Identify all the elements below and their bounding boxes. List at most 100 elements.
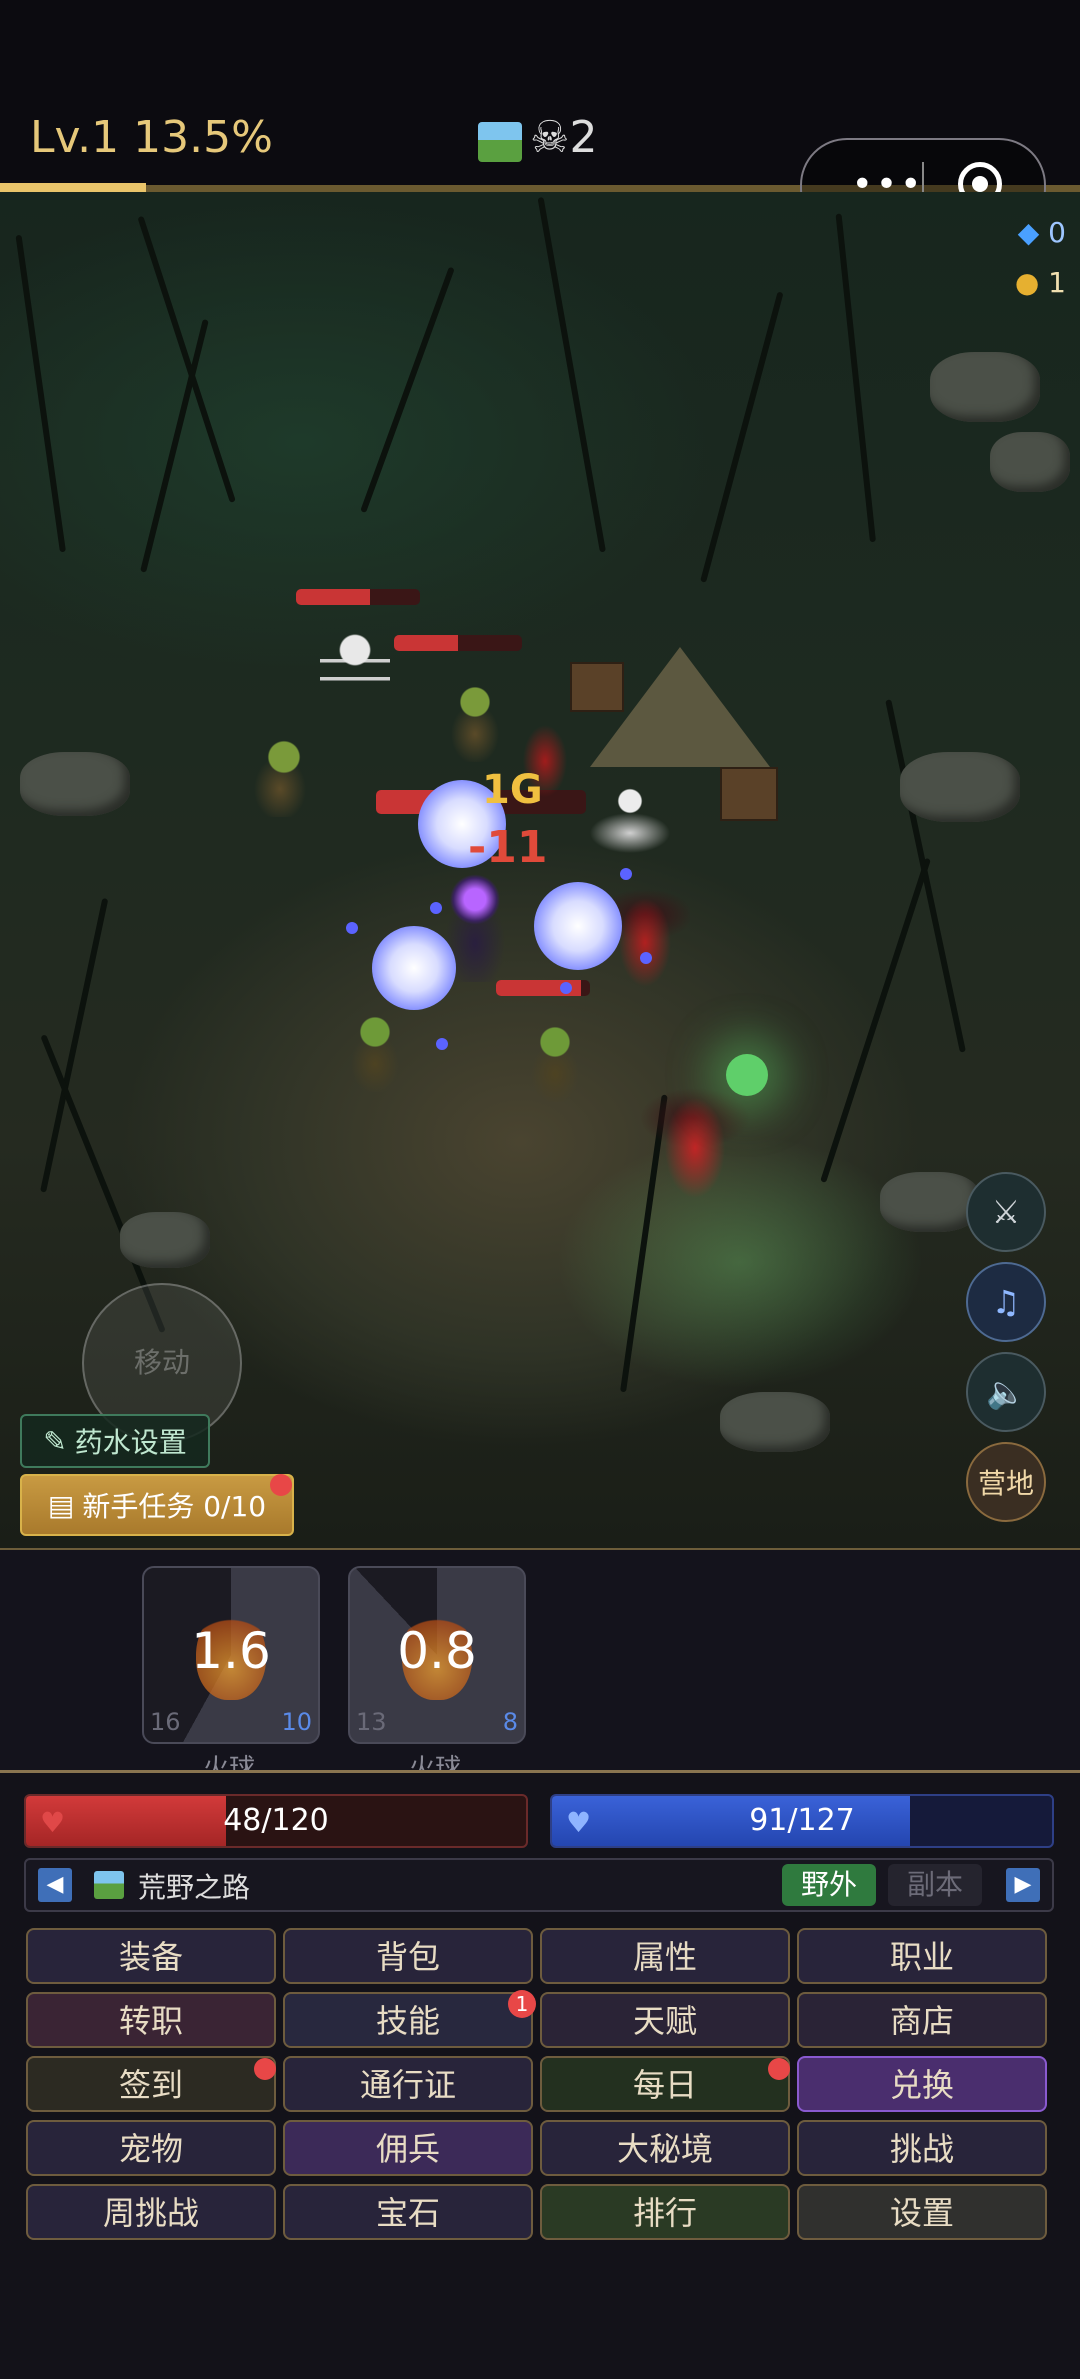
tab-dungeon[interactable]: 副本 — [888, 1864, 982, 1906]
dead-tree — [700, 291, 784, 583]
menu-great-rift-button[interactable]: 大秘境 — [540, 2120, 790, 2176]
damage-number: -11 — [468, 822, 548, 873]
mp-text: 91/127 — [749, 1803, 855, 1838]
menu-gems-button[interactable]: 宝石 — [283, 2184, 533, 2240]
stage-landscape-icon — [478, 122, 522, 162]
music-note-icon: ♫ — [991, 1283, 1021, 1321]
spell-spark — [640, 952, 652, 964]
music-toggle-button[interactable]: ♫ — [966, 1262, 1046, 1342]
potion-settings-button[interactable]: ✎ 药水设置 — [20, 1414, 210, 1468]
dead-tree — [537, 196, 606, 553]
diamond-counter: ◆ 0 — [1018, 216, 1066, 249]
skill-slot-1[interactable]: 1.6 16 10 — [142, 1566, 320, 1744]
notification-dot — [254, 2058, 276, 2080]
previous-map-button[interactable]: ◀ — [38, 1868, 72, 1902]
crossed-swords-icon: ⚔ — [991, 1193, 1021, 1231]
skill-stat-right: 10 — [281, 1708, 312, 1736]
rock — [900, 752, 1020, 822]
skill-cooldown: 0.8 — [397, 1622, 477, 1680]
menu-battle-pass-button[interactable]: 通行证 — [283, 2056, 533, 2112]
menu-ranking-button[interactable]: 排行 — [540, 2184, 790, 2240]
spell-spark — [430, 902, 442, 914]
dead-tree — [835, 213, 876, 543]
menu-attributes-button[interactable]: 属性 — [540, 1928, 790, 1984]
level-progress-text: Lv.1 13.5% — [30, 112, 273, 163]
dead-tree — [137, 215, 236, 503]
menu-challenge-button[interactable]: 挑战 — [797, 2120, 1047, 2176]
goblin-enemy — [240, 737, 320, 817]
menu-class-button[interactable]: 职业 — [797, 1928, 1047, 1984]
gold-coin-icon: ● — [1014, 266, 1040, 299]
diamond-count: 0 — [1048, 216, 1066, 249]
tab-field[interactable]: 野外 — [782, 1864, 876, 1906]
dead-tree — [820, 857, 931, 1183]
rock — [990, 432, 1070, 492]
menu-pets-button[interactable]: 宠物 — [26, 2120, 276, 2176]
xp-bar-fill — [0, 183, 146, 192]
wooden-crate — [570, 662, 624, 712]
skills-badge: 1 — [508, 1990, 536, 2018]
menu-daily-button[interactable]: 每日 — [540, 2056, 790, 2112]
notification-dot — [768, 2058, 790, 2080]
hp-text: 48/120 — [223, 1803, 329, 1838]
skill-slot-2[interactable]: 0.8 13 8 — [348, 1566, 526, 1744]
rock — [120, 1212, 210, 1268]
damage-number: 1G — [482, 767, 543, 813]
skill-cooldown: 1.6 — [191, 1622, 271, 1680]
dead-tree — [140, 318, 209, 573]
menu-weekly-challenge-button[interactable]: 周挑战 — [26, 2184, 276, 2240]
menu-shop-button[interactable]: 商店 — [797, 1992, 1047, 2048]
pencil-icon: ✎ — [43, 1424, 67, 1458]
red-demon-enemy — [640, 1082, 750, 1202]
joystick-label: 移动 — [133, 1346, 190, 1379]
quest-notification-dot — [270, 1474, 292, 1496]
menu-check-in-button[interactable]: 签到 — [26, 2056, 276, 2112]
rock — [880, 1172, 980, 1232]
battlefield-scene[interactable]: 1G -11 移动 — [0, 192, 1080, 1548]
goblin-enemy — [440, 682, 510, 762]
menu-exchange-button[interactable]: 兑换 — [797, 2056, 1047, 2112]
diamond-icon: ◆ — [1017, 216, 1040, 249]
skeleton-enemy — [590, 777, 670, 857]
battle-toggle-button[interactable]: ⚔ — [966, 1172, 1046, 1252]
menu-talents-button[interactable]: 天赋 — [540, 1992, 790, 2048]
sound-toggle-button[interactable]: 🔈 — [966, 1352, 1046, 1432]
skull-crossbones-icon: ☠ — [530, 112, 570, 163]
menu-settings-button[interactable]: 设置 — [797, 2184, 1047, 2240]
menu-equipment-button[interactable]: 装备 — [26, 1928, 276, 1984]
speaker-icon: 🔈 — [986, 1373, 1026, 1411]
camp-button[interactable]: 营地 — [966, 1442, 1046, 1522]
wooden-crate — [720, 767, 778, 821]
mp-bar: ♥ 91/127 — [550, 1794, 1054, 1848]
newbie-quest-button[interactable]: ▤ 新手任务 0/10 — [20, 1474, 294, 1536]
spell-spark — [436, 1038, 448, 1050]
spell-spark — [560, 982, 572, 994]
map-name: 荒野之路 — [138, 1871, 251, 1904]
menu-mercenaries-button[interactable]: 佣兵 — [283, 2120, 533, 2176]
potion-settings-label: 药水设置 — [74, 1426, 187, 1459]
skeleton-enemy — [320, 632, 390, 722]
next-map-button[interactable]: ▶ — [1006, 1868, 1040, 1902]
hp-bar: ♥ 48/120 — [24, 1794, 528, 1848]
rock — [20, 752, 130, 816]
rock — [720, 1392, 830, 1452]
goblin-enemy — [340, 1012, 410, 1092]
enemy-health-bar — [496, 980, 590, 996]
skill-stat-left: 13 — [356, 1708, 387, 1736]
menu-backpack-button[interactable]: 背包 — [283, 1928, 533, 1984]
newbie-quest-label: 新手任务 0/10 — [82, 1490, 267, 1523]
menu-skills-button[interactable]: 技能 — [283, 1992, 533, 2048]
menu-class-change-button[interactable]: 转职 — [26, 1992, 276, 2048]
gold-counter: ● 1 — [1015, 266, 1066, 299]
enemy-health-bar — [394, 635, 522, 651]
dead-tree — [15, 234, 66, 553]
spell-spark — [346, 922, 358, 934]
gold-count: 1 — [1048, 266, 1066, 299]
magic-orb-projectile — [534, 882, 622, 970]
dead-tree — [360, 266, 455, 514]
map-selector: ◀ 荒野之路 野外 副本 ▶ — [24, 1858, 1054, 1912]
goblin-enemy — [520, 1022, 590, 1102]
kill-counter: ☠2 — [530, 112, 597, 163]
skill-stat-left: 16 — [150, 1708, 181, 1736]
enemy-health-bar — [296, 589, 420, 605]
